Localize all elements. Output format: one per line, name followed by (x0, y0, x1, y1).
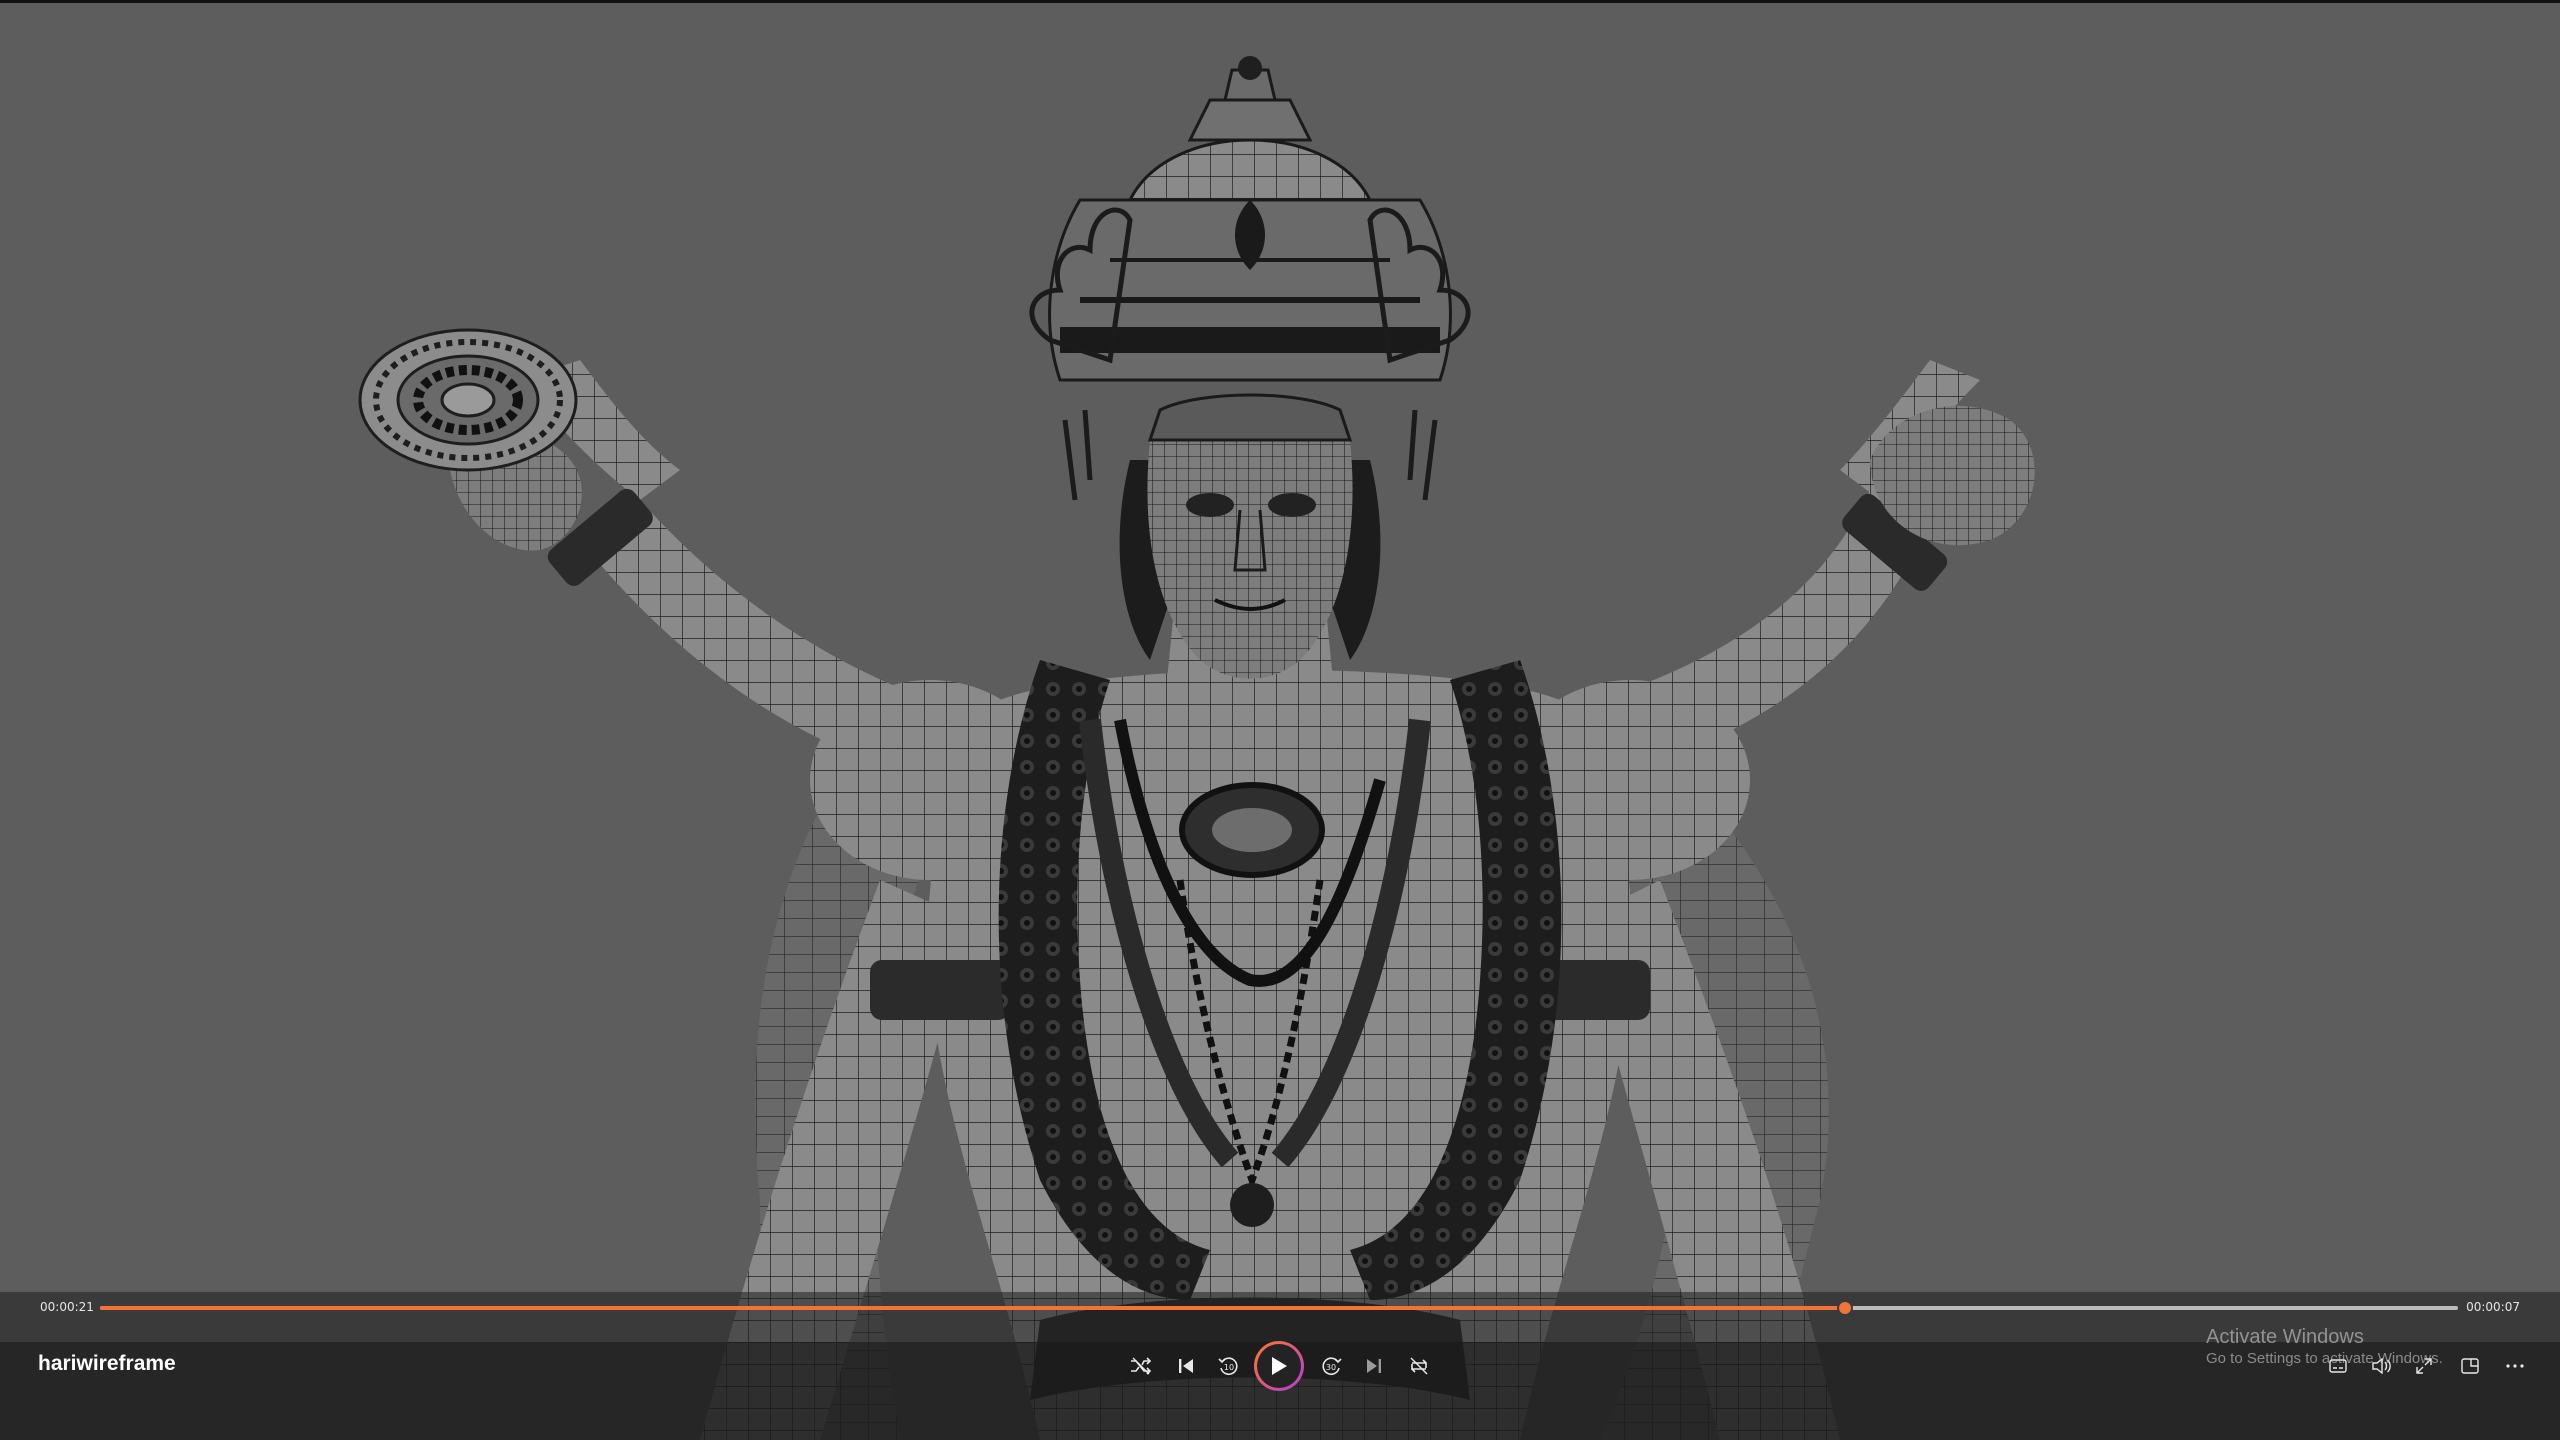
skip-previous-icon (1179, 1359, 1193, 1373)
shuffle-icon (1131, 1357, 1152, 1375)
shuffle-button[interactable] (1126, 1354, 1156, 1378)
seek-thumb[interactable] (1837, 1300, 1853, 1316)
rewind-10-icon: 10 (1218, 1357, 1238, 1375)
elapsed-time: 00:00:21 (40, 1300, 94, 1314)
window-top-edge (0, 0, 2560, 3)
more-button[interactable] (2500, 1354, 2530, 1378)
svg-text:30: 30 (1326, 1363, 1336, 1372)
seek-slider[interactable] (100, 1300, 2458, 1316)
seek-progress-fill (100, 1306, 1845, 1310)
miniplayer-icon (2461, 1358, 2479, 1374)
discus-ornament (358, 328, 578, 472)
miniplayer-button[interactable] (2456, 1354, 2484, 1378)
watermark-subtitle: Go to Settings to activate Windows. (2206, 1350, 2443, 1367)
remaining-time: 00:00:07 (2466, 1300, 2520, 1314)
watermark-title: Activate Windows (2206, 1326, 2364, 1348)
wireframe-figure-image (0, 0, 2560, 1440)
skip-back-button[interactable]: 10 (1214, 1352, 1244, 1380)
forward-30-icon: 30 (1322, 1357, 1342, 1375)
svg-text:10: 10 (1224, 1363, 1234, 1372)
activate-windows-watermark: Activate Windows Go to Settings to activ… (2206, 1325, 2443, 1369)
play-icon (1272, 1357, 1287, 1375)
seek-bar-region (0, 1292, 2560, 1342)
media-title: hariwireframe (38, 1352, 176, 1375)
more-icon (2506, 1364, 2524, 1368)
next-button[interactable] (1360, 1354, 1388, 1378)
skip-next-icon (1367, 1359, 1381, 1373)
media-player-window: 00:00:21 00:00:07 hariwireframe 10 30 Ac… (0, 0, 2560, 1440)
video-viewport[interactable] (0, 0, 2560, 1440)
play-button[interactable] (1254, 1341, 1304, 1391)
skip-forward-button[interactable]: 30 (1316, 1352, 1346, 1380)
previous-button[interactable] (1172, 1354, 1200, 1378)
repeat-off-icon (1410, 1357, 1428, 1375)
repeat-button[interactable] (1404, 1354, 1434, 1378)
